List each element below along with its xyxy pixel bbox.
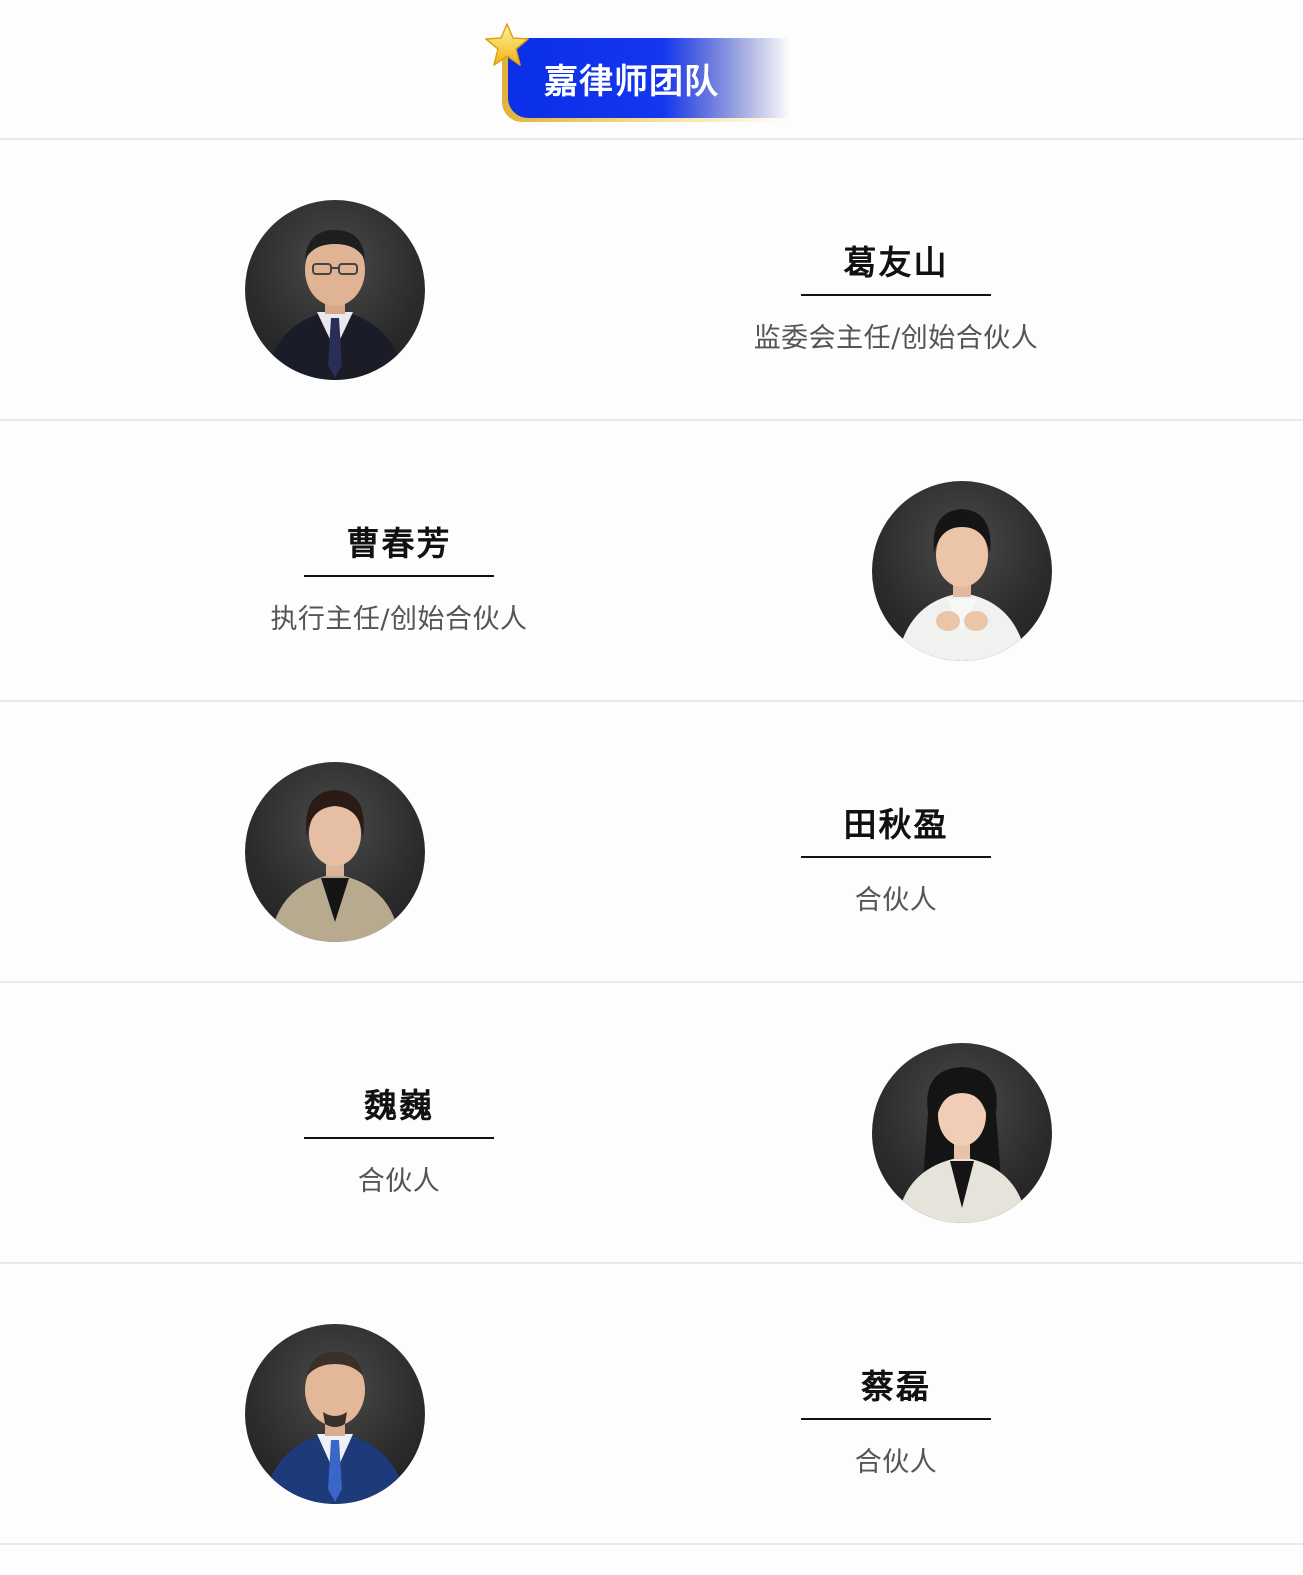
avatar — [245, 1324, 425, 1504]
member-row: 曹春芳 执行主任/创始合伙人 — [0, 421, 1303, 702]
member-info: 葛友山 监委会主任/创始合伙人 — [686, 236, 1106, 355]
star-icon — [485, 23, 529, 66]
avatar — [872, 481, 1052, 661]
avatar — [872, 1043, 1052, 1223]
member-role: 合伙人 — [854, 1447, 938, 1478]
member-row: 葛友山 监委会主任/创始合伙人 — [0, 140, 1303, 421]
portrait-woman-beige-blazer — [270, 790, 400, 942]
member-info: 曹春芳 执行主任/创始合伙人 — [189, 517, 609, 636]
team-page: 嘉律师团队 葛友山 监委会主任/创始合伙人 曹春芳 执行主任/创始合伙人 田秋盈… — [0, 0, 1303, 1575]
member-row: 田秋盈 合伙人 — [0, 702, 1303, 983]
title-badge: 嘉律师团队 — [484, 22, 794, 122]
member-row: 魏巍 合伙人 — [0, 983, 1303, 1264]
portrait-woman-white-blazer — [897, 509, 1027, 661]
member-name: 魏巍 — [304, 1079, 494, 1139]
member-name: 田秋盈 — [801, 798, 991, 858]
member-role: 合伙人 — [854, 885, 938, 916]
portrait-man-blue-suit — [263, 1352, 407, 1504]
section-title: 嘉律师团队 — [544, 61, 719, 102]
member-role: 监委会主任/创始合伙人 — [753, 323, 1039, 354]
avatar — [245, 762, 425, 942]
member-info: 魏巍 合伙人 — [189, 1079, 609, 1198]
portrait-man-glasses — [265, 230, 405, 380]
member-name: 葛友山 — [801, 236, 991, 296]
member-info: 田秋盈 合伙人 — [686, 798, 1106, 917]
member-role: 执行主任/创始合伙人 — [270, 604, 528, 635]
member-info: 蔡磊 合伙人 — [686, 1360, 1106, 1479]
portrait-woman-long-hair — [897, 1067, 1027, 1223]
section-header: 嘉律师团队 — [0, 0, 1303, 140]
avatar — [245, 200, 425, 380]
member-role: 合伙人 — [357, 1166, 441, 1197]
member-name: 曹春芳 — [304, 517, 494, 577]
member-name: 蔡磊 — [801, 1360, 991, 1420]
badge-background: 嘉律师团队 — [508, 38, 790, 118]
member-row: 蔡磊 合伙人 — [0, 1264, 1303, 1545]
